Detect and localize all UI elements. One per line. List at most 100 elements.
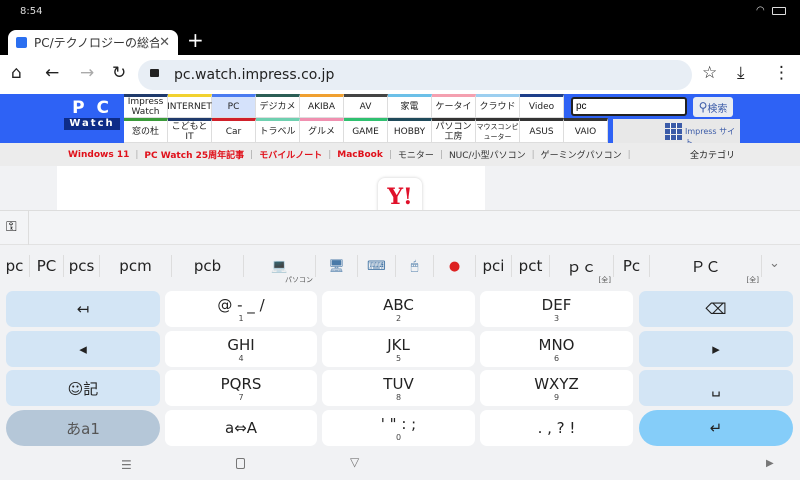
key-icon[interactable]: ⚿ [6, 219, 17, 235]
space-key[interactable]: ␣ [639, 370, 793, 406]
impress-sites[interactable]: Impress サイト [613, 119, 740, 147]
nav-item[interactable]: INTERNET [167, 94, 212, 118]
cursor-right-key[interactable]: ▸ [639, 331, 793, 367]
nav-item[interactable]: グルメ [300, 118, 344, 143]
candidate[interactable]: pci [476, 255, 512, 277]
pqrs-key[interactable]: PQRS 7 [165, 370, 317, 406]
address-bar[interactable]: pc.watch.impress.co.jp [138, 60, 692, 90]
input-mode-key[interactable]: あa1 [6, 410, 160, 446]
wxyz-key[interactable]: WXYZ 9 [480, 370, 633, 406]
nav-item[interactable]: クラウド [476, 94, 520, 118]
category-link[interactable]: Windows 11 [68, 150, 129, 160]
nav-item[interactable]: Impress Watch [124, 94, 168, 118]
candidate-emoji[interactable]: 💻 パソコン [244, 255, 316, 284]
menu-icon[interactable]: ⋮ [773, 63, 790, 83]
category-link[interactable]: PC Watch 25周年記事 [144, 148, 244, 161]
nav-item[interactable]: ASUS [520, 118, 564, 143]
candidate-text: pc [5, 257, 24, 275]
candidate-annotation: [全] [598, 276, 611, 284]
punctuation-key[interactable]: . , ? ! [480, 410, 633, 446]
all-categories-link[interactable]: 全カテゴリ [690, 148, 735, 161]
abc-key[interactable]: ABC 2 [322, 291, 475, 327]
nav-item[interactable]: トラベル [256, 118, 300, 143]
tab-active[interactable]: PC/テクノロジーの総合情報 ✕ [8, 30, 178, 55]
url-text: pc.watch.impress.co.jp [174, 67, 335, 83]
ghi-key[interactable]: GHI 4 [165, 331, 317, 367]
category-link[interactable]: MacBook [337, 150, 383, 160]
key-label: ↤ [76, 300, 90, 318]
case-toggle-key[interactable]: a⇔A [165, 410, 317, 446]
search-button[interactable]: ⚲ 検索 [693, 97, 733, 117]
candidate[interactable]: pcm [100, 255, 172, 277]
nav-item[interactable]: ケータイ [432, 94, 476, 118]
mno-key[interactable]: MNO 6 [480, 331, 633, 367]
category-link[interactable]: モニター [398, 148, 434, 161]
nav-item[interactable]: GAME [344, 118, 388, 143]
key-label: WXYZ [534, 374, 579, 393]
browser-toolbar: ⌂ ← → ↻ pc.watch.impress.co.jp ☆ ⤓ ⋮ [0, 55, 800, 94]
emoji-symbol-key[interactable]: ☺記 [6, 370, 160, 406]
nav-item[interactable]: AKIBA [300, 94, 344, 118]
key-label: ␣ [711, 379, 721, 397]
menu-nav-icon[interactable]: ☰ [121, 458, 132, 472]
nav-item[interactable]: こどもとIT [168, 118, 212, 143]
home-nav-icon[interactable] [236, 458, 245, 469]
key-label: PQRS [220, 374, 262, 393]
nav-item[interactable]: VAIO [564, 118, 608, 143]
reload-icon[interactable]: ↻ [112, 63, 126, 83]
candidate-emoji[interactable]: 🖱 [396, 255, 434, 277]
nav-item[interactable]: 窓の杜 [124, 118, 168, 143]
jkl-key[interactable]: JKL 5 [322, 331, 475, 367]
candidate[interactable]: pcb [172, 255, 244, 277]
new-tab-button[interactable]: + [187, 28, 204, 52]
backspace-key[interactable]: ⌫ [639, 291, 793, 327]
forward-icon[interactable]: → [80, 63, 94, 83]
candidate[interactable]: ＰＣ [全] [650, 255, 762, 284]
search-input[interactable] [571, 97, 687, 116]
home-icon[interactable]: ⌂ [11, 63, 22, 83]
quotes-key[interactable]: ' " : ; 0 [322, 410, 475, 446]
nav-item[interactable]: HOBBY [388, 118, 432, 143]
candidate[interactable]: ｐｃ [全] [550, 255, 614, 284]
bookmark-star-icon[interactable]: ☆ [702, 63, 717, 83]
key-number: 2 [395, 313, 402, 323]
at-symbols-key[interactable]: @ - _ /1 [165, 291, 317, 327]
category-link[interactable]: NUC/小型パソコン [449, 148, 526, 161]
def-key[interactable]: DEF 3 [480, 291, 633, 327]
tuv-key[interactable]: TUV 8 [322, 370, 475, 406]
category-link[interactable]: モバイルノート [259, 148, 322, 161]
system-nav-bar: ☰ ▽ ▶ [0, 450, 800, 480]
candidate[interactable]: Pc [614, 255, 650, 277]
expand-candidates-icon[interactable]: ⌄ [769, 256, 780, 271]
pc-watch-logo[interactable]: P C Watch [64, 98, 120, 136]
separator: | [250, 149, 254, 160]
candidate[interactable]: pcs [64, 255, 100, 277]
key-label: @ - _ / [217, 295, 265, 314]
nav-item[interactable]: デジカメ [256, 94, 300, 118]
nav-item[interactable]: Video [520, 94, 564, 118]
key-label: ⌫ [705, 300, 727, 318]
nav-item[interactable]: マウスコンピューター [476, 118, 520, 143]
cursor-left-key[interactable]: ◂ [6, 331, 160, 367]
key-label: ▸ [712, 340, 720, 358]
candidate[interactable]: pct [512, 255, 550, 277]
category-link[interactable]: ゲーミングパソコン [541, 148, 622, 161]
candidate[interactable]: pc [0, 255, 30, 277]
nav-item[interactable]: パソコン工房 [432, 118, 476, 143]
enter-key[interactable]: ↵ [639, 410, 793, 446]
close-tab-icon[interactable]: ✕ [159, 35, 170, 50]
key-number: 4 [238, 353, 244, 363]
nav-item[interactable]: PC [212, 94, 256, 118]
nav-item[interactable]: Car [212, 118, 256, 143]
candidate[interactable]: PC [30, 255, 64, 277]
candidate-emoji[interactable]: 🖥 [316, 255, 358, 277]
candidate-emoji[interactable]: ● [434, 255, 476, 277]
download-icon[interactable]: ⤓ [737, 63, 745, 83]
hide-keyboard-icon[interactable]: ▶ [766, 458, 774, 469]
back-icon[interactable]: ← [45, 63, 59, 83]
undo-key[interactable]: ↤ [6, 291, 160, 327]
nav-item[interactable]: 家電 [388, 94, 432, 118]
nav-item[interactable]: AV [344, 94, 388, 118]
candidate-emoji[interactable]: ⌨ [358, 255, 396, 277]
back-nav-icon[interactable]: ▽ [350, 455, 359, 469]
